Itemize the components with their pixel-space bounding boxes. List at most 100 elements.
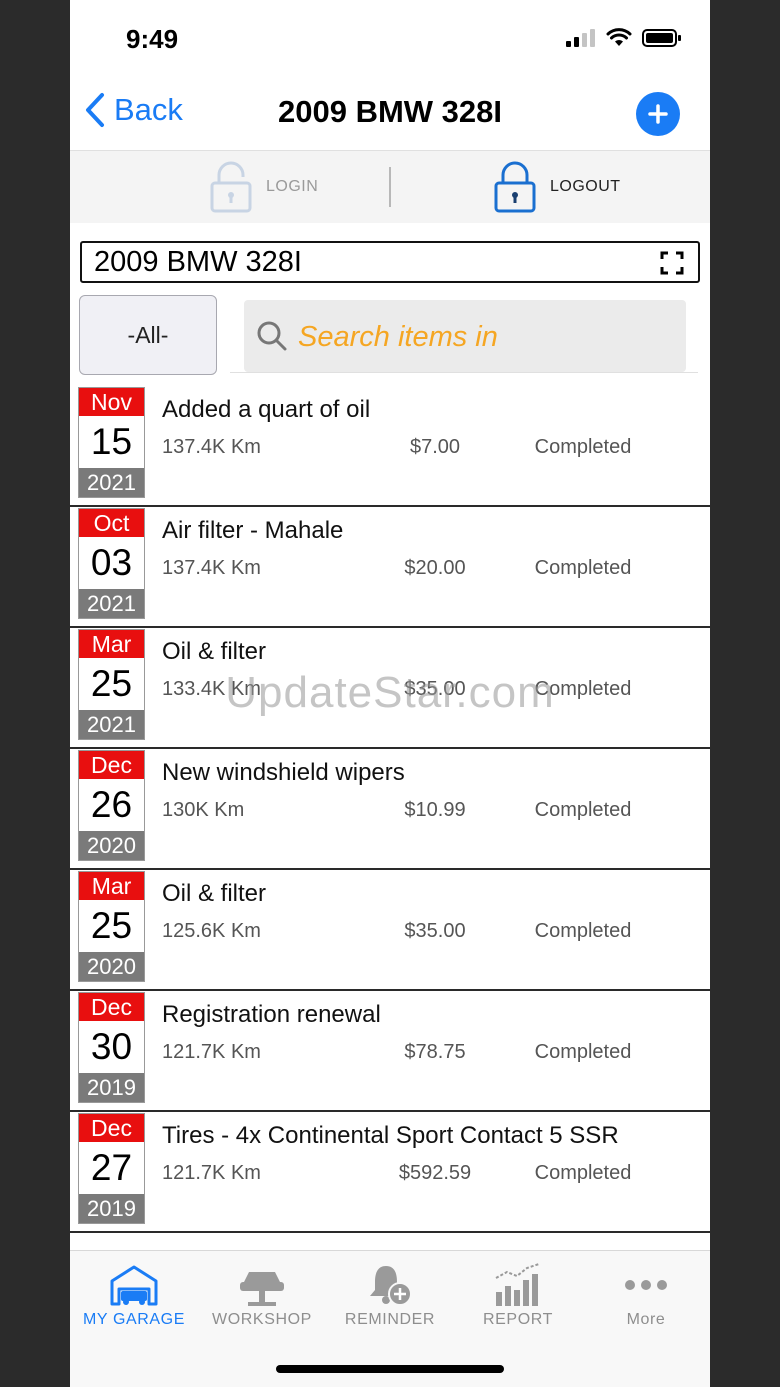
bell-plus-icon [370,1266,412,1306]
entry-status: Completed [534,557,632,579]
date-month: Mar [79,630,144,658]
date-year: 2021 [79,468,144,497]
date-day: 25 [90,663,133,704]
date-month: Oct [79,509,144,537]
entry-status: Completed [534,799,632,821]
search-input[interactable] [296,310,680,364]
entry-cost: $10.99 [404,799,466,821]
service-list[interactable]: Nov 15 2021 Added a quart of oil 137.4K … [70,386,710,1250]
nav-bar: Back 2009 BMW 328I [70,80,710,150]
login-label: LOGIN [266,178,319,195]
date-badge: Nov 15 2021 [78,387,145,498]
date-year: 2019 [79,1073,144,1102]
car-icon [110,1265,158,1306]
entry-title: New windshield wipers [162,759,405,786]
tab-more[interactable]: More [582,1251,710,1341]
date-badge: Mar 25 2021 [78,629,145,740]
date-month: Dec [79,993,144,1021]
list-item[interactable]: Oct 03 2021 Air filter - Mahale 137.4K K… [70,507,710,628]
date-year: 2021 [79,589,144,618]
date-year: 2021 [79,710,144,739]
date-month: Nov [79,388,144,416]
status-bar: 9:49 [70,0,710,80]
entry-status: Completed [534,1041,632,1063]
list-item[interactable]: Dec 27 2019 Tires - 4x Continental Sport… [70,1112,710,1233]
phone-screen: 9:49 Back 2009 BMW 328I LOGIN LOGOUT 200… [70,0,710,1387]
list-item[interactable]: Mar 25 2021 Oil & filter 133.4K Km $35.0… [70,628,710,749]
search-area [230,296,698,373]
entry-cost: $7.00 [409,436,461,458]
date-day: 30 [90,1026,133,1067]
vehicle-selector[interactable]: 2009 BMW 328I [80,241,700,283]
list-item[interactable]: Dec 26 2020 New windshield wipers 130K K… [70,749,710,870]
date-badge: Oct 03 2021 [78,508,145,619]
list-item[interactable]: Dec 30 2019 Registration renewal 121.7K … [70,991,710,1112]
expand-icon[interactable] [660,251,684,275]
logout-button[interactable]: LOGOUT [494,161,621,213]
logout-label: LOGOUT [550,178,621,195]
entry-title: Oil & filter [162,638,267,665]
unlock-icon [210,161,252,213]
signal-icon [566,29,595,47]
entry-title: Oil & filter [162,880,267,907]
tab-workshop[interactable]: WORKSHOP [198,1251,326,1341]
tab-label: More [626,1311,666,1328]
entry-cost: $78.75 [404,1041,466,1063]
date-month: Dec [79,1114,144,1142]
add-button[interactable] [636,92,680,136]
login-bar: LOGIN LOGOUT [70,150,710,223]
date-year: 2020 [79,831,144,860]
login-divider [389,167,391,207]
entry-mileage: 125.6K Km [162,920,261,942]
entry-mileage: 137.4K Km [162,436,261,458]
entry-title: Registration renewal [162,1001,381,1028]
date-badge: Dec 26 2020 [78,750,145,861]
date-badge: Mar 25 2020 [78,871,145,982]
entry-status: Completed [534,678,632,700]
entry-cost: $35.00 [404,678,466,700]
date-month: Dec [79,751,144,779]
entry-mileage: 121.7K Km [162,1162,261,1184]
entry-title: Added a quart of oil [162,396,371,423]
tab-reminder[interactable]: REMINDER [326,1251,454,1341]
tab-my-garage[interactable]: MY GARAGE [70,1251,198,1341]
entry-cost: $35.00 [404,920,466,942]
tab-label: MY GARAGE [82,1311,186,1328]
date-month: Mar [79,872,144,900]
car-lift-icon [240,1272,284,1306]
entry-status: Completed [534,436,632,458]
search-icon [257,321,287,351]
page-title: 2009 BMW 328I [278,94,502,129]
entry-mileage: 130K Km [162,799,245,821]
entry-cost: $592.59 [398,1162,472,1184]
list-item[interactable]: Nov 15 2021 Added a quart of oil 137.4K … [70,386,710,507]
date-day: 26 [90,784,133,825]
battery-icon [642,29,681,47]
date-year: 2019 [79,1194,144,1223]
date-day: 25 [90,905,133,946]
date-badge: Dec 30 2019 [78,992,145,1103]
plus-icon [648,104,668,124]
vehicle-selector-value: 2009 BMW 328I [94,246,302,278]
search-bar[interactable] [244,300,686,372]
home-indicator[interactable] [276,1365,504,1373]
tab-label: REPORT [483,1311,553,1328]
date-badge: Dec 27 2019 [78,1113,145,1224]
entry-mileage: 137.4K Km [162,557,261,579]
login-button[interactable]: LOGIN [210,161,318,213]
entry-mileage: 133.4K Km [162,678,261,700]
status-icons [566,28,682,48]
entry-mileage: 121.7K Km [162,1041,261,1063]
more-dots-icon [625,1280,667,1290]
date-day: 03 [90,542,133,583]
entry-title: Tires - 4x Continental Sport Contact 5 S… [162,1122,619,1149]
tab-report[interactable]: REPORT [454,1251,582,1341]
date-day: 27 [90,1147,133,1188]
category-filter-button[interactable]: -All- [79,295,217,375]
tab-label: WORKSHOP [212,1311,312,1328]
entry-cost: $20.00 [404,557,466,579]
status-time: 9:49 [126,24,179,54]
list-item[interactable]: Mar 25 2020 Oil & filter 125.6K Km $35.0… [70,870,710,991]
tab-label: REMINDER [344,1311,436,1328]
wifi-icon [606,28,632,46]
